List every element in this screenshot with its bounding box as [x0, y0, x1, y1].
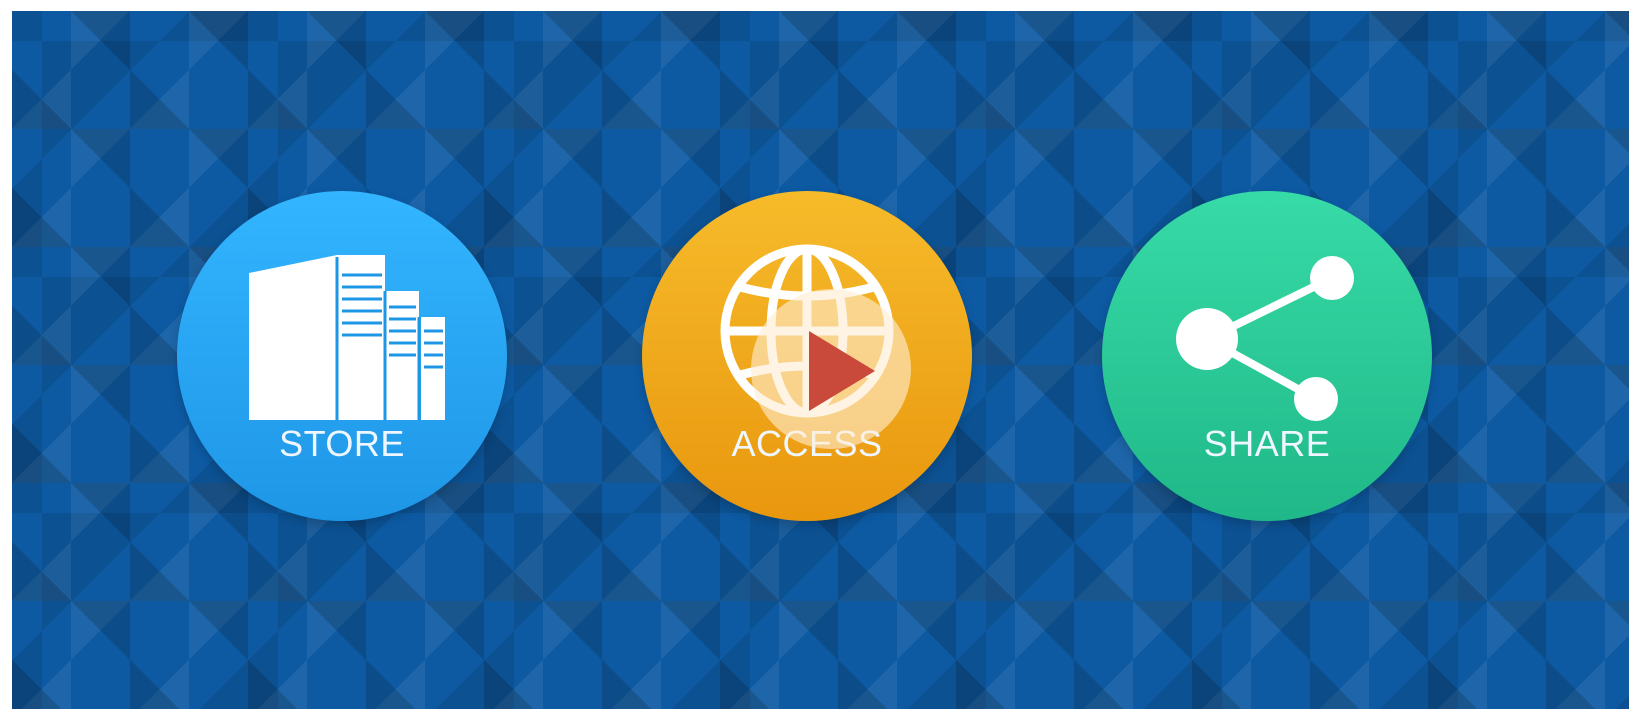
share-label: SHARE — [1203, 423, 1331, 464]
play-button[interactable] — [751, 289, 911, 449]
buildings-icon — [177, 191, 507, 521]
share-circle: SHARE — [1102, 191, 1432, 521]
video-frame[interactable]: STORE ACCESS — [12, 11, 1629, 709]
store-circle: STORE — [177, 191, 507, 521]
store-label: STORE — [279, 423, 405, 464]
share-icon — [1102, 191, 1432, 521]
